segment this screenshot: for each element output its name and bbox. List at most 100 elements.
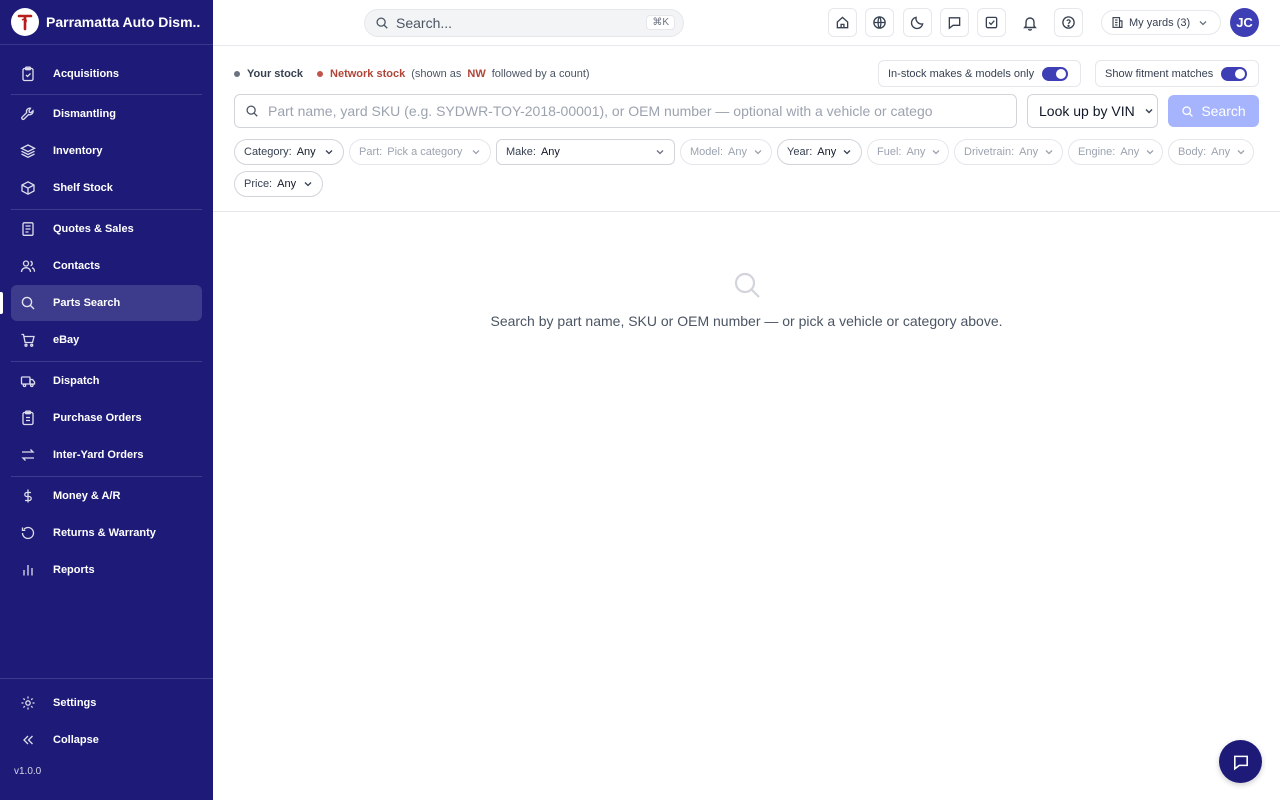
gear-icon (11, 685, 45, 721)
sidebar-item-contacts[interactable]: Contacts (11, 248, 202, 284)
chat-button[interactable] (1219, 740, 1262, 783)
nw-tag: NW (467, 68, 486, 80)
sidebar-item-returns-warranty[interactable]: Returns & Warranty (11, 515, 202, 551)
app-version: v1.0.0 (14, 766, 42, 777)
shortcut-badge: ⌘K (646, 15, 675, 30)
filter-key: Engine: (1078, 146, 1116, 158)
filter-value: Any (540, 146, 560, 158)
help-button[interactable] (1054, 8, 1083, 37)
sidebar: Parramatta Auto Dism... Acquisitions Dis… (0, 0, 213, 800)
search-icon (733, 271, 761, 299)
sidebar-item-label: Quotes & Sales (53, 223, 134, 235)
vin-lookup-button[interactable]: Look up by VIN (1027, 94, 1158, 128)
filter-key: Fuel: (877, 146, 902, 158)
filter-key: Model: (690, 146, 724, 158)
stock-legend: Your stock Network stock (shown as NW fo… (234, 66, 590, 82)
settings-label: Settings (53, 697, 97, 709)
filter-price[interactable]: Price: Any (234, 171, 323, 197)
receipt-icon (11, 211, 45, 247)
yard-selector[interactable]: My yards (3) (1101, 10, 1221, 35)
global-search-input[interactable]: Search... ⌘K (364, 9, 684, 37)
brand-header: Parramatta Auto Dism... (0, 0, 213, 45)
instock-toggle-label: In-stock makes & models only (888, 67, 1035, 80)
sidebar-item-dismantling[interactable]: Dismantling (11, 96, 202, 132)
network-stock-dot (317, 71, 324, 77)
nav-divider (11, 361, 202, 362)
sidebar-item-parts-search[interactable]: Parts Search (11, 285, 202, 321)
sidebar-item-acquisitions[interactable]: Acquisitions (11, 56, 202, 92)
network-button[interactable] (865, 8, 894, 37)
sidebar-item-label: Purchase Orders (53, 412, 142, 424)
instock-toggle-switch[interactable] (1042, 66, 1069, 81)
home-icon (835, 15, 850, 30)
sidebar-item-settings[interactable]: Settings (11, 685, 202, 721)
swap-icon (11, 437, 45, 473)
filter-value: Pick a category (387, 146, 463, 158)
sidebar-item-purchase-orders[interactable]: Purchase Orders (11, 400, 202, 436)
your-stock-label: Your stock (247, 68, 304, 80)
sidebar-item-reports[interactable]: Reports (11, 552, 202, 588)
shown-as-prefix: (shown as (411, 68, 462, 80)
sidebar-item-label: Inventory (53, 145, 103, 157)
rotate-icon (11, 515, 45, 551)
collapse-sidebar-button[interactable]: Collapse (11, 722, 202, 758)
help-icon (1061, 15, 1076, 30)
part-search-input[interactable]: Part name, yard SKU (e.g. SYDWR-TOY-2018… (234, 94, 1017, 128)
top-bar: Search... ⌘K My yards (3) JC (213, 0, 1280, 46)
sidebar-item-ebay[interactable]: eBay (11, 322, 202, 358)
sidebar-item-label: Reports (53, 564, 95, 576)
chevron-down-icon (318, 147, 334, 157)
filter-model: Model: Any (680, 139, 772, 165)
active-indicator (0, 292, 3, 314)
app-name: Parramatta Auto Dism... (46, 14, 201, 30)
global-search-placeholder: Search... (396, 15, 453, 31)
search-button[interactable]: Search (1168, 95, 1259, 127)
sidebar-item-label: Shelf Stock (53, 182, 113, 194)
filter-make[interactable]: Make: Any (496, 139, 675, 165)
sidebar-item-label: Money & A/R (53, 490, 121, 502)
sidebar-item-label: eBay (53, 334, 80, 346)
sidebar-bottom-divider (0, 678, 213, 679)
sidebar-item-quotes-sales[interactable]: Quotes & Sales (11, 211, 202, 247)
users-icon (11, 248, 45, 284)
app-logo[interactable] (11, 8, 39, 36)
sidebar-item-dispatch[interactable]: Dispatch (11, 363, 202, 399)
theme-toggle-button[interactable] (903, 8, 932, 37)
search-icon (1181, 105, 1194, 118)
box-icon (11, 170, 45, 206)
tasks-button[interactable] (977, 8, 1006, 37)
sidebar-item-inter-yard-orders[interactable]: Inter-Yard Orders (11, 437, 202, 473)
fitment-toggle-switch[interactable] (1221, 66, 1248, 81)
sidebar-item-label: Contacts (53, 260, 101, 272)
filter-part: Part: Pick a category (349, 139, 491, 165)
filter-value: Any (1120, 146, 1140, 158)
chevron-down-icon (1139, 147, 1155, 157)
messages-button[interactable] (940, 8, 969, 37)
sidebar-item-label: Inter-Yard Orders (53, 449, 144, 461)
yard-selector-label: My yards (3) (1129, 16, 1191, 29)
filter-value: Any (1211, 146, 1231, 158)
sidebar-item-inventory[interactable]: Inventory (11, 133, 202, 169)
chevrons-left-icon (11, 722, 45, 758)
notifications-button[interactable] (1015, 8, 1044, 37)
filter-key: Body: (1178, 146, 1207, 158)
sidebar-item-shelf-stock[interactable]: Shelf Stock (11, 170, 202, 206)
nav-divider (11, 476, 202, 477)
nav-divider (11, 94, 202, 95)
filter-value: Any (1019, 146, 1039, 158)
filter-category[interactable]: Category: Any (234, 139, 344, 165)
chevron-down-icon (925, 147, 941, 157)
cart-icon (11, 322, 45, 358)
chevron-down-icon (1198, 18, 1208, 28)
filter-engine: Engine: Any (1068, 139, 1163, 165)
search-button-label: Search (1201, 103, 1246, 119)
sidebar-item-money-ar[interactable]: Money & A/R (11, 478, 202, 514)
user-avatar[interactable]: JC (1230, 8, 1259, 37)
filter-fuel: Fuel: Any (867, 139, 949, 165)
chat-icon (1232, 753, 1250, 771)
home-button[interactable] (828, 8, 857, 37)
shown-as-suffix: followed by a count) (491, 68, 590, 80)
filter-year[interactable]: Year: Any (777, 139, 862, 165)
filter-drivetrain: Drivetrain: Any (954, 139, 1063, 165)
filter-key: Make: (506, 146, 536, 158)
